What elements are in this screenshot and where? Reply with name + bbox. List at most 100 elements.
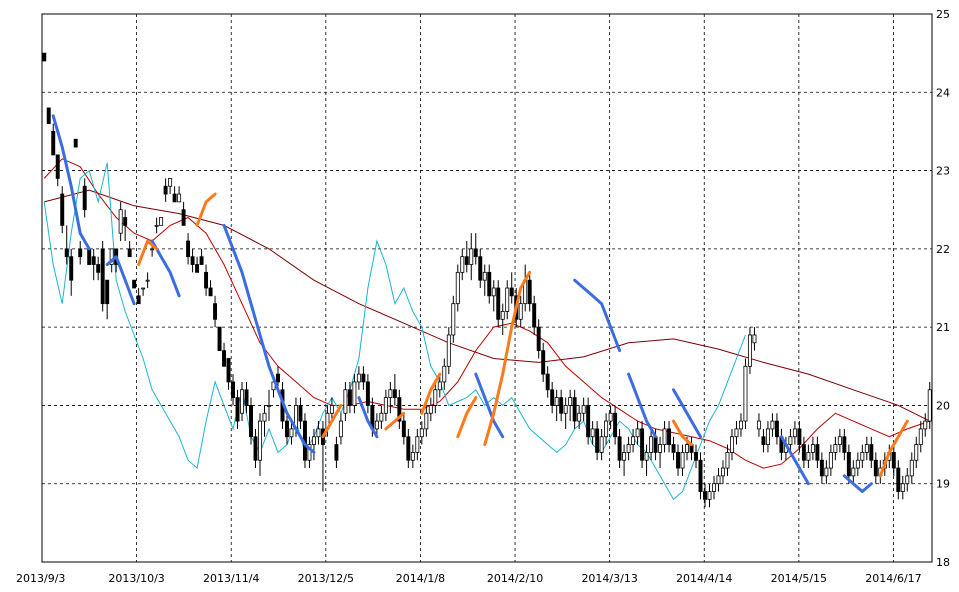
candle-down	[87, 248, 92, 265]
candle-up	[765, 428, 770, 445]
candle-up	[267, 405, 271, 407]
candle-up	[289, 428, 294, 438]
candle-down	[253, 436, 258, 461]
candle-up	[262, 412, 267, 422]
candle-down	[761, 436, 766, 445]
candle-down	[671, 444, 676, 453]
x-tick-label: 2014/2/10	[487, 572, 543, 585]
candle-down	[532, 303, 537, 328]
candle-down	[136, 295, 141, 305]
candle-up	[415, 436, 420, 453]
candle-down	[100, 248, 105, 305]
candle-up	[329, 405, 334, 414]
candle-down	[842, 436, 847, 453]
candle-down	[276, 373, 280, 383]
candle-up	[419, 428, 424, 438]
candle-up	[388, 389, 393, 398]
price-chart: 18 19 20 21 22 23 24 25 2013/9/3 2013/10/3 2013/1…	[16, 8, 950, 585]
candle-down	[401, 420, 406, 438]
candle-up	[626, 444, 631, 453]
candle-up	[442, 365, 447, 383]
candle-up	[900, 483, 905, 492]
candle-up	[118, 209, 123, 234]
candle-up	[428, 405, 433, 414]
candle-down	[64, 248, 69, 258]
candle-up	[752, 334, 757, 344]
x-axis-ticks: 2013/9/3 2013/10/3 2013/11/4 2013/12/5 2014/…	[16, 572, 922, 585]
x-tick-label: 2014/6/17	[865, 572, 921, 585]
candle-down	[217, 326, 222, 352]
candle-down	[208, 287, 213, 297]
candle-down	[891, 451, 896, 469]
candle-up	[680, 451, 685, 469]
candle-down	[536, 326, 541, 352]
candle-down	[82, 185, 87, 211]
candle-up	[383, 397, 388, 414]
candle-down	[667, 428, 672, 445]
candle-down	[163, 185, 168, 195]
candle-up	[424, 412, 429, 430]
candle-down	[361, 373, 366, 383]
candle-up	[177, 193, 182, 203]
candle-down	[694, 451, 698, 461]
candle-up	[446, 334, 451, 367]
candle-down	[819, 459, 824, 477]
candle-down	[204, 271, 209, 289]
candle-up	[159, 217, 164, 226]
candle-up	[460, 256, 465, 273]
candle-down	[222, 350, 227, 367]
candle-up	[374, 420, 379, 430]
candle-up	[433, 389, 438, 406]
candle-down	[105, 279, 110, 305]
candle-up	[806, 451, 811, 461]
candle-up	[649, 436, 654, 453]
candle-down	[181, 209, 186, 226]
candle-up	[770, 420, 775, 430]
candle-up	[168, 177, 173, 187]
candle-up	[622, 451, 627, 461]
candle-down	[896, 467, 901, 492]
candle-up	[356, 373, 361, 383]
candle-up	[685, 444, 689, 453]
x-tick-label: 2013/12/5	[298, 572, 354, 585]
candle-up	[738, 420, 743, 430]
candle-down	[285, 420, 289, 438]
y-tick-label: 24	[936, 86, 950, 99]
candle-down	[572, 397, 577, 422]
candle-down	[42, 52, 47, 62]
candle-down	[190, 256, 195, 265]
candle-up	[145, 279, 150, 282]
candle-down	[496, 287, 501, 320]
x-tick-label: 2013/9/3	[16, 572, 65, 585]
candle-up	[918, 428, 923, 445]
candle-up	[725, 451, 730, 469]
candle-down	[347, 389, 352, 406]
candle-up	[810, 444, 815, 453]
candle-down	[613, 412, 618, 438]
candle-down	[406, 436, 411, 461]
candle-down	[774, 420, 779, 438]
candle-up	[788, 436, 793, 445]
candle-up	[437, 381, 442, 391]
candle-up	[855, 459, 860, 469]
candle-up	[410, 451, 415, 461]
x-tick-label: 2013/10/3	[108, 572, 164, 585]
candle-up	[712, 483, 716, 492]
candle-up	[500, 311, 505, 320]
candle-down	[55, 154, 60, 179]
candle-up	[864, 444, 869, 453]
candle-down	[96, 264, 101, 273]
candle-up	[837, 436, 842, 445]
candle-up	[505, 287, 510, 312]
candle-down	[231, 381, 236, 399]
candle-down	[815, 444, 820, 461]
candle-down	[509, 287, 514, 297]
candle-down	[195, 264, 200, 273]
candle-up	[379, 412, 384, 422]
candle-up	[554, 397, 559, 406]
candle-up	[240, 389, 244, 414]
candle-up	[716, 475, 721, 485]
candle-up	[707, 491, 712, 500]
candle-down	[473, 248, 478, 258]
candle-down	[676, 451, 681, 469]
